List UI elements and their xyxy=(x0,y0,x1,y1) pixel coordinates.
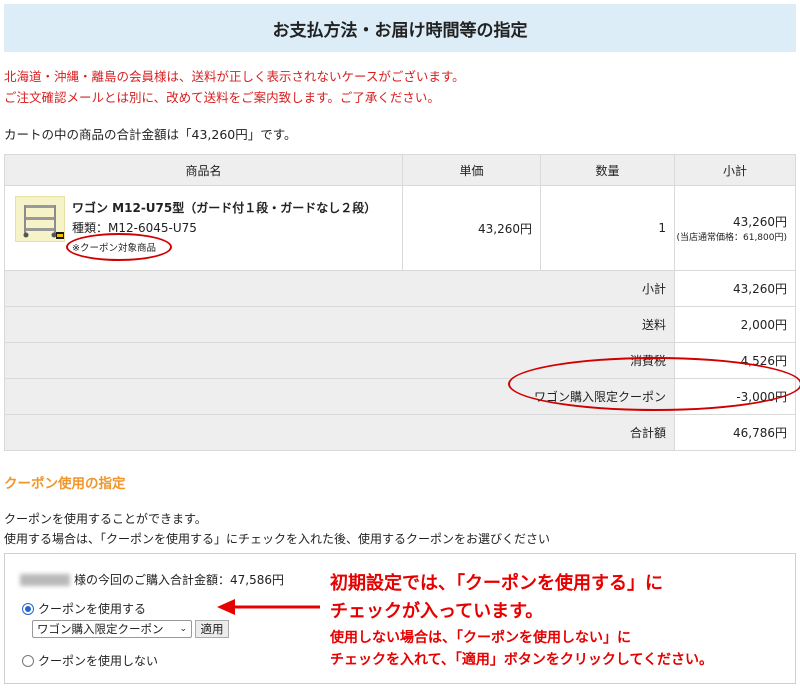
use-coupon-radio[interactable] xyxy=(22,602,34,615)
highlight-oval-coupon-tag xyxy=(66,233,172,261)
chevron-down-icon: ⌄ xyxy=(179,624,187,634)
coupon-text-2: 使用する場合は、「クーポンを使用する」にチェックを入れた後、使用するクーポンをお… xyxy=(4,532,551,546)
page-title: お支払方法・お届け時間等の指定 xyxy=(4,4,796,52)
product-name[interactable]: ワゴン M12-U75型（ガード付１段・ガードなし２段） xyxy=(72,199,376,216)
coupon-select-value[interactable]: ワゴン購入限定クーポン xyxy=(37,621,164,637)
notice-line-1: 北海道・沖縄・離島の会員様は、送料が正しく表示されないケースがございます。 xyxy=(4,69,465,84)
product-image xyxy=(15,196,65,242)
apply-button[interactable]: 適用 xyxy=(195,620,229,638)
summary-value: 2,000円 xyxy=(674,306,796,343)
subtotal-cell: 43,260円 (当店通常価格：61,800円) xyxy=(674,185,796,271)
summary-row: 合計額 46,786円 xyxy=(4,414,796,451)
col-header-quantity: 数量 xyxy=(540,154,675,186)
highlight-oval-coupon-discount xyxy=(508,357,800,411)
summary-label: 小計 xyxy=(4,270,675,307)
summary-value: 46,786円 xyxy=(674,414,796,451)
use-coupon-label[interactable]: クーポンを使用する xyxy=(38,600,146,617)
no-coupon-radio[interactable] xyxy=(22,654,34,667)
col-header-product: 商品名 xyxy=(4,154,403,186)
coupon-text-1: クーポンを使用することができます。 xyxy=(4,512,207,526)
purchase-total: 様の今回のご購入合計金額：47,586円 xyxy=(74,573,284,587)
coupon-section-text: クーポンを使用することができます。 使用する場合は、「クーポンを使用する」にチェ… xyxy=(4,509,550,549)
shipping-notice: 北海道・沖縄・離島の会員様は、送料が正しく表示されないケースがございます。 ご注… xyxy=(4,66,465,108)
cart-total-text: カートの中の商品の合計金額は「43,260円」です。 xyxy=(4,127,297,142)
wagon-icon xyxy=(23,205,64,239)
page-title-text: お支払方法・お届け時間等の指定 xyxy=(272,20,528,41)
quantity: 1 xyxy=(540,185,675,271)
col-header-unit-price: 単価 xyxy=(402,154,541,186)
no-coupon-option[interactable]: クーポンを使用しない xyxy=(22,652,158,669)
summary-label: 送料 xyxy=(4,306,675,343)
notice-line-2: ご注文確認メールとは別に、改めて送料をご案内致します。ご了承ください。 xyxy=(4,90,440,105)
annotation-line-3: 使用しない場合は、「クーポンを使用しない」に xyxy=(330,630,631,646)
unit-price: 43,260円 xyxy=(402,185,541,271)
annotation-line-1: 初期設定では、「クーポンを使用する」に xyxy=(330,573,663,594)
col-header-subtotal: 小計 xyxy=(674,154,796,186)
annotation-line-4: チェックを入れて、「適用」ボタンをクリックしてください。 xyxy=(330,652,714,668)
table-header-row: 商品名 単価 数量 小計 xyxy=(4,154,796,186)
annotation-line-2: チェックが入っています。 xyxy=(330,601,544,622)
line-subtotal: 43,260円 xyxy=(733,215,787,229)
summary-value: 43,260円 xyxy=(674,270,796,307)
no-coupon-label[interactable]: クーポンを使用しない xyxy=(38,652,158,669)
summary-label: 合計額 xyxy=(4,414,675,451)
use-coupon-option[interactable]: クーポンを使用する xyxy=(22,600,146,617)
annotation-arrow-icon xyxy=(217,599,320,615)
blurred-customer-name xyxy=(20,574,70,586)
regular-price: (当店通常価格：61,800円) xyxy=(676,233,787,243)
summary-row: 小計 43,260円 xyxy=(4,270,796,307)
summary-row: 送料 2,000円 xyxy=(4,306,796,343)
coupon-section-title: クーポン使用の指定 xyxy=(4,476,126,492)
coupon-select[interactable]: ワゴン購入限定クーポン ⌄ xyxy=(32,620,192,638)
